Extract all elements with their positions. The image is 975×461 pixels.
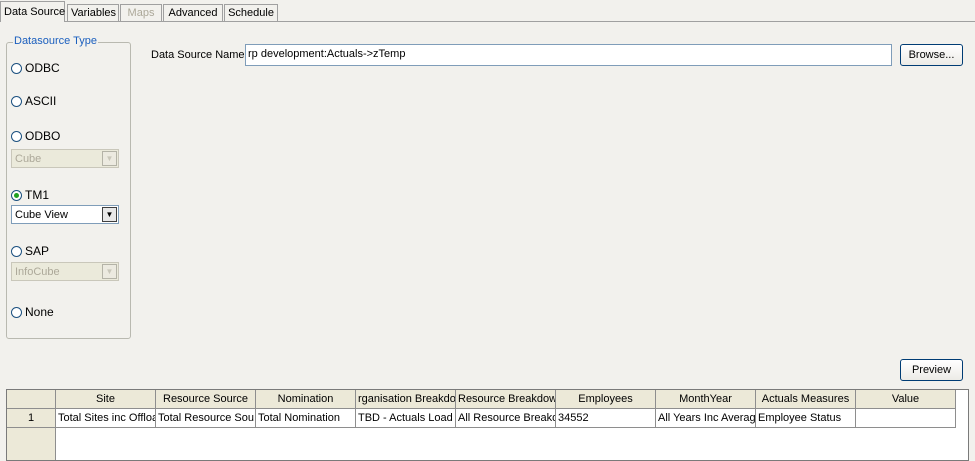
row-header-empty	[7, 428, 56, 460]
data-source-name-label: Data Source Name:	[151, 49, 248, 61]
tm1-cube-view-select[interactable]: Cube View ▼	[11, 205, 119, 224]
select-value: InfoCube	[15, 265, 60, 278]
radio-odbc[interactable]: ODBC	[11, 60, 60, 76]
radio-circle-icon	[11, 62, 22, 74]
radio-none[interactable]: None	[11, 304, 54, 320]
data-source-name-field[interactable]: rp development:Actuals->zTemp	[245, 44, 892, 66]
column-header[interactable]: Actuals Measures	[756, 390, 856, 409]
row-number[interactable]: 1	[7, 409, 56, 428]
grid-corner	[7, 390, 56, 409]
sap-infocube-select: InfoCube ▼	[11, 262, 119, 281]
datasource-type-title: Datasource Type	[13, 35, 98, 47]
radio-circle-icon	[11, 130, 22, 142]
tab-strip: Data Source Variables Maps Advanced Sche…	[0, 0, 975, 22]
grid-cell[interactable]	[856, 409, 956, 428]
tab-variables[interactable]: Variables	[67, 4, 119, 21]
grid-cell[interactable]: 34552	[556, 409, 656, 428]
radio-circle-icon	[11, 189, 22, 201]
select-value: Cube	[15, 152, 42, 165]
grid-cell[interactable]: All Years Inc Averag	[656, 409, 756, 428]
radio-sap[interactable]: SAP	[11, 243, 49, 259]
tab-advanced[interactable]: Advanced	[163, 4, 223, 21]
radio-label: TM1	[25, 188, 49, 202]
radio-label: ODBO	[25, 129, 61, 143]
radio-label: None	[25, 305, 54, 319]
radio-tm1[interactable]: TM1	[11, 187, 49, 203]
grid-header-row: Site Resource Source Nomination rganisat…	[7, 390, 956, 409]
radio-label: SAP	[25, 244, 50, 258]
radio-circle-icon	[11, 95, 22, 107]
radio-ascii[interactable]: ASCII	[11, 93, 56, 109]
preview-grid[interactable]: Site Resource Source Nomination rganisat…	[6, 389, 969, 461]
preview-button[interactable]: Preview	[900, 359, 963, 381]
radio-circle-icon	[11, 306, 22, 318]
column-header[interactable]: MonthYear	[656, 390, 756, 409]
grid-cell[interactable]: All Resource Breakd	[456, 409, 556, 428]
browse-button[interactable]: Browse...	[900, 44, 963, 66]
tab-schedule[interactable]: Schedule	[224, 4, 278, 21]
grid-cell[interactable]: Employee Status	[756, 409, 856, 428]
column-header[interactable]: Value	[856, 390, 956, 409]
chevron-down-icon: ▼	[102, 264, 117, 279]
column-header[interactable]: rganisation Breakdov	[356, 390, 456, 409]
radio-odbo[interactable]: ODBO	[11, 128, 60, 144]
grid-empty-area	[7, 428, 56, 460]
column-header[interactable]: Site	[56, 390, 156, 409]
radio-circle-icon	[11, 245, 22, 257]
tab-data-source[interactable]: Data Source	[0, 1, 65, 22]
chevron-down-icon[interactable]: ▼	[102, 207, 117, 222]
tab-maps: Maps	[120, 4, 162, 21]
column-header[interactable]: Nomination	[256, 390, 356, 409]
column-header[interactable]: Employees	[556, 390, 656, 409]
grid-cell[interactable]: Total Resource Sou	[156, 409, 256, 428]
radio-label: ASCII	[25, 94, 57, 108]
column-header[interactable]: Resource Source	[156, 390, 256, 409]
chevron-down-icon: ▼	[102, 151, 117, 166]
odbo-cube-select: Cube ▼	[11, 149, 119, 168]
column-header[interactable]: Resource Breakdowr	[456, 390, 556, 409]
grid-cell[interactable]: Total Sites inc Offloa	[56, 409, 156, 428]
grid-cell[interactable]: Total Nomination	[256, 409, 356, 428]
grid-cell[interactable]: TBD - Actuals Load	[356, 409, 456, 428]
radio-label: ODBC	[25, 61, 60, 75]
table-row: 1 Total Sites inc Offloa Total Resource …	[7, 409, 956, 428]
select-value: Cube View	[15, 208, 68, 221]
